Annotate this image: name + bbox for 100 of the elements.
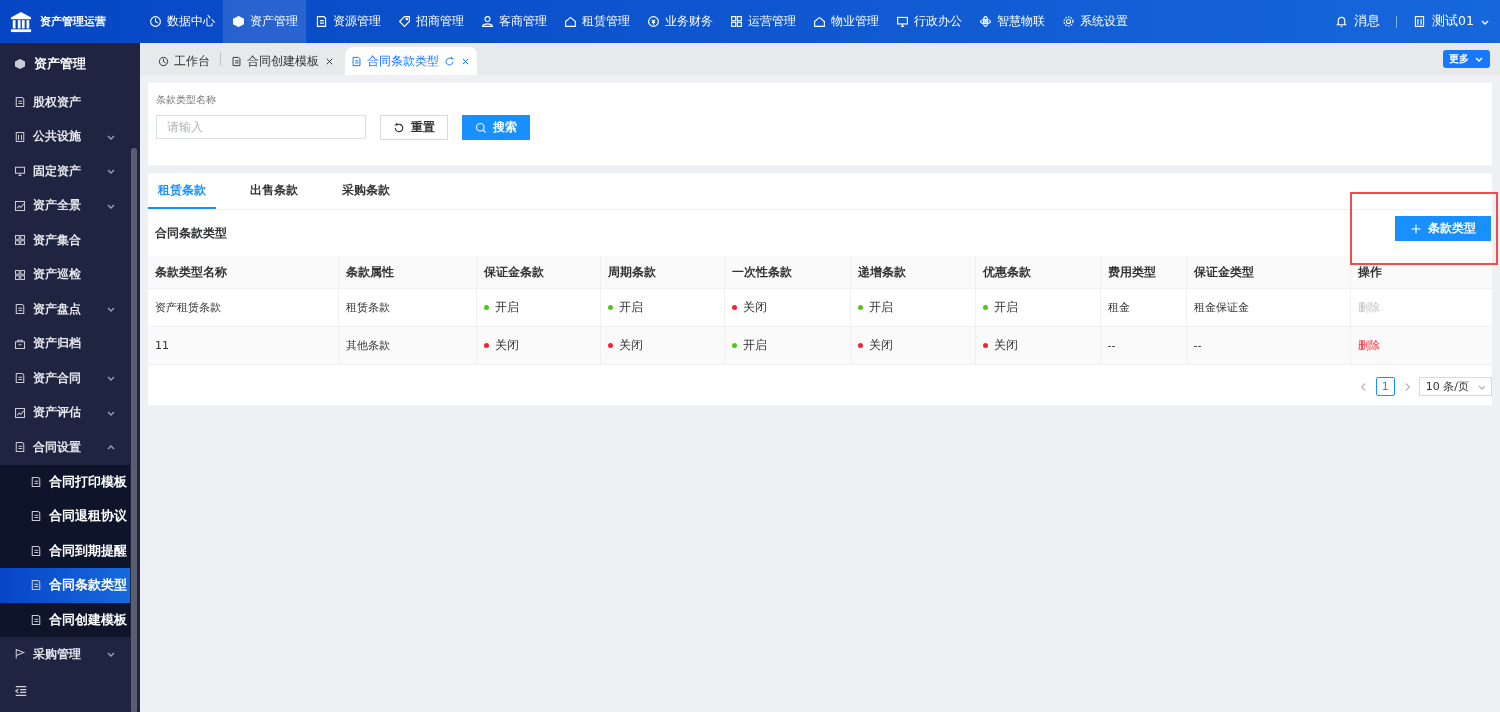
- grid-icon: [14, 268, 26, 281]
- flag-icon: [14, 648, 26, 661]
- sidebar-item[interactable]: 资产集合: [0, 223, 130, 258]
- scrollbar[interactable]: [131, 148, 137, 712]
- tag-icon: [397, 15, 411, 28]
- nav-tab[interactable]: 运营管理: [721, 0, 804, 43]
- cube-icon: [14, 58, 26, 70]
- search-icon: [475, 121, 487, 134]
- sidebar-item[interactable]: 资产归档: [0, 326, 130, 361]
- table-cell: 资产租赁条款: [155, 301, 221, 314]
- reset-button[interactable]: 重置: [380, 115, 448, 140]
- column-header: 一次性条款: [724, 256, 850, 289]
- refresh-icon[interactable]: [444, 55, 455, 67]
- sidebar-item[interactable]: 合同设置: [0, 430, 130, 465]
- plus-icon: [1410, 222, 1422, 235]
- sidebar-subitem[interactable]: 合同退租协议: [0, 499, 130, 534]
- table-cell: --: [1107, 339, 1116, 352]
- document-icon: [30, 544, 42, 557]
- atom-icon: [978, 15, 992, 28]
- page-size-select[interactable]: 10 条/页: [1418, 377, 1492, 396]
- document-icon: [30, 579, 42, 592]
- building-icon: [1413, 15, 1427, 28]
- page-tab[interactable]: 合同条款类型: [345, 47, 477, 75]
- document-icon: [14, 303, 26, 316]
- clock-icon: [148, 15, 162, 28]
- sidebar-item[interactable]: 公共设施: [0, 119, 130, 154]
- sidebar-item[interactable]: 资产盘点: [0, 292, 130, 327]
- status-text: 关闭: [731, 299, 767, 316]
- table-cell: --: [1193, 339, 1202, 352]
- sidebar-item[interactable]: 采购管理: [0, 637, 130, 672]
- nav-tab[interactable]: 招商管理: [389, 0, 472, 43]
- monitor-icon: [895, 15, 909, 28]
- house-icon: [563, 15, 577, 28]
- table-cell: 租金: [1107, 301, 1130, 314]
- sidebar-item[interactable]: 固定资产: [0, 154, 130, 189]
- folder-icon: [14, 337, 26, 350]
- clock-icon: [158, 55, 169, 67]
- column-header: 费用类型: [1100, 256, 1186, 289]
- monitor-icon: [14, 165, 26, 178]
- nav-tab[interactable]: 行政办公: [887, 0, 970, 43]
- sidebar-subitem[interactable]: 合同条款类型: [0, 568, 130, 603]
- sidebar-subitem[interactable]: 合同到期提醒: [0, 533, 130, 568]
- gear-icon: [1061, 15, 1075, 28]
- nav-tab[interactable]: 资源管理: [306, 0, 389, 43]
- search-field[interactable]: 请输入: [156, 115, 366, 139]
- column-header: 周期条款: [600, 256, 724, 289]
- building-icon: [14, 130, 26, 143]
- document-icon: [314, 15, 328, 28]
- nav-tab[interactable]: 资产管理: [223, 0, 306, 43]
- page-tab[interactable]: 工作台: [152, 47, 216, 75]
- sidebar-item[interactable]: 资产全景: [0, 188, 130, 223]
- status-text: 开启: [607, 299, 643, 316]
- house-icon: [812, 15, 826, 28]
- sidebar-item[interactable]: 资产合同: [0, 361, 130, 396]
- more-button[interactable]: 更多: [1443, 50, 1490, 68]
- nav-tab[interactable]: 业务财务: [638, 0, 721, 43]
- clause-tab[interactable]: 出售条款: [240, 173, 308, 209]
- table-cell: 11: [155, 339, 169, 352]
- document-icon: [14, 372, 26, 385]
- status-text: 关闭: [857, 337, 893, 354]
- column-header: 递增条款: [850, 256, 975, 289]
- table-cell: 其他条款: [345, 339, 390, 352]
- nav-tab[interactable]: 系统设置: [1053, 0, 1136, 43]
- coin-icon: [646, 15, 660, 28]
- column-header: 优惠条款: [975, 256, 1100, 289]
- nav-tab[interactable]: 物业管理: [804, 0, 887, 43]
- person-icon: [480, 15, 494, 28]
- page-tab[interactable]: 合同创建模板: [225, 47, 341, 75]
- sidebar-item[interactable]: 资产巡检: [0, 257, 130, 292]
- grid-icon: [14, 234, 26, 247]
- nav-tab[interactable]: 租赁管理: [555, 0, 638, 43]
- clause-tab[interactable]: 采购条款: [332, 173, 400, 209]
- bell-icon: [1335, 15, 1349, 28]
- status-text: 关闭: [607, 337, 643, 354]
- bank-icon: [10, 10, 32, 33]
- chart-icon: [14, 406, 26, 419]
- nav-tab[interactable]: 客商管理: [472, 0, 555, 43]
- column-header: 操作: [1350, 256, 1492, 289]
- chart-icon: [14, 199, 26, 212]
- sidebar-subitem[interactable]: 合同创建模板: [0, 602, 130, 637]
- sidebar-title: 资产管理: [0, 43, 140, 85]
- status-text: 开启: [731, 337, 767, 354]
- status-text: 关闭: [483, 337, 519, 354]
- cube-icon: [231, 15, 245, 28]
- document-icon: [30, 475, 42, 488]
- user-menu[interactable]: 测试01: [1413, 13, 1490, 30]
- table-title: 合同条款类型: [154, 224, 227, 242]
- sidebar-subitem[interactable]: 合同打印模板: [0, 464, 130, 499]
- sidebar-item[interactable]: 股权资产: [0, 85, 130, 120]
- nav-tab[interactable]: 智慧物联: [970, 0, 1053, 43]
- collapse-menu-icon[interactable]: [14, 684, 28, 698]
- table-cell: 租金保证金: [1193, 301, 1249, 314]
- nav-tab[interactable]: 数据中心: [140, 0, 223, 43]
- document-icon: [14, 96, 26, 109]
- field-label: 条款类型名称: [156, 93, 217, 107]
- sidebar-item[interactable]: 资产评估: [0, 395, 130, 430]
- document-icon: [351, 55, 362, 67]
- status-text: 开启: [483, 299, 519, 316]
- delete-link[interactable]: 删除: [1357, 338, 1380, 353]
- messages-button[interactable]: 消息: [1335, 13, 1381, 30]
